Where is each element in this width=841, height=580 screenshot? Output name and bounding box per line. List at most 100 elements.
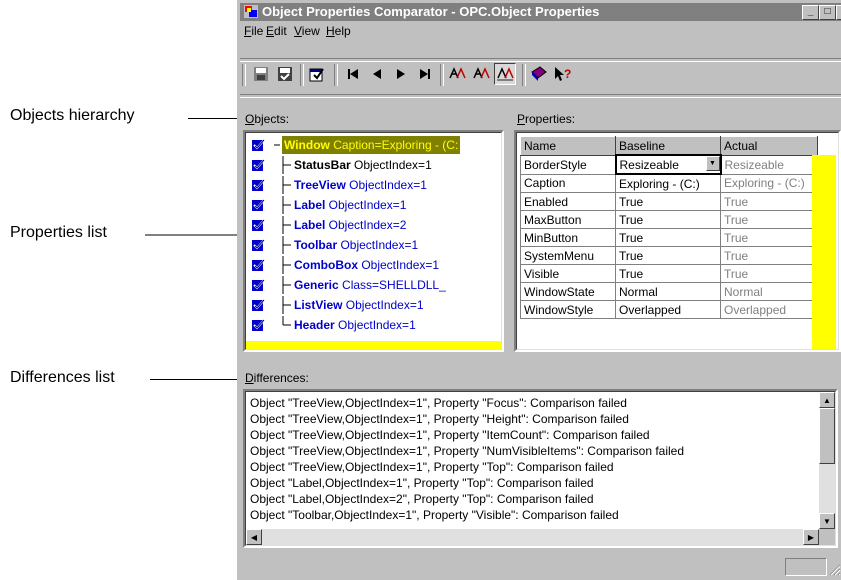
objects-tree[interactable]: Window Caption=Exploring - (C: StatusBar … [243, 130, 504, 352]
difference-item[interactable]: Object "Label,ObjectIndex=1", Property "… [250, 475, 594, 491]
previous-icon[interactable] [366, 63, 388, 85]
menu-file-label: ile [251, 24, 264, 38]
scroll-down-button[interactable]: ▼ [819, 513, 835, 529]
checkmark-icon[interactable] [252, 279, 266, 291]
scroll-left-button[interactable]: ◀ [246, 529, 262, 545]
column-header-actual[interactable]: Actual [720, 136, 818, 156]
dropdown-arrow-icon[interactable]: ▼ [705, 156, 720, 171]
tree-node-label: StatusBar ObjectIndex=1 [294, 156, 432, 174]
differences-vertical-scrollbar[interactable]: ▲ ▼ [819, 392, 835, 529]
column-header-name[interactable]: Name [520, 136, 616, 156]
difference-item[interactable]: Object "Toolbar,ObjectIndex=1", Property… [250, 507, 619, 523]
menu-help[interactable]: Help [326, 24, 351, 38]
difference-item[interactable]: Object "TreeView,ObjectIndex=1", Propert… [250, 395, 627, 411]
property-baseline-cell[interactable]: Exploring - (C:) [615, 173, 721, 193]
next-icon[interactable] [390, 63, 412, 85]
title-bar: Object Properties Comparator - OPC.Objec… [240, 3, 841, 21]
property-baseline-cell[interactable]: Normal [615, 282, 721, 301]
tree-branch-line [282, 176, 291, 194]
property-baseline-cell[interactable]: Overlapped [615, 300, 721, 319]
differences-list[interactable]: Object "TreeView,ObjectIndex=1", Propert… [243, 389, 838, 548]
checkmark-icon[interactable] [252, 139, 266, 151]
menu-bar: File Edit View Help [240, 22, 841, 40]
tree-branch-line [282, 216, 291, 234]
callout-differences-list: Differences list [10, 369, 115, 386]
difference-item[interactable]: Object "Label,ObjectIndex=2", Property "… [250, 491, 594, 507]
property-baseline-cell[interactable]: True [615, 264, 721, 283]
checkmark-icon[interactable] [252, 199, 266, 211]
property-actual-cell: Normal [720, 282, 818, 301]
difference-item[interactable]: Object "TreeView,ObjectIndex=1", Propert… [250, 443, 684, 459]
checkmark-icon[interactable] [252, 219, 266, 231]
tree-node-label: TreeView ObjectIndex=1 [294, 176, 427, 194]
properties-icon[interactable] [306, 63, 328, 85]
differences-label: Differences: [245, 371, 309, 385]
context-help-icon[interactable]: ? [552, 63, 574, 85]
property-name-cell: Visible [520, 264, 616, 283]
property-row[interactable]: WindowStyle Overlapped Overlapped [520, 300, 818, 319]
menu-view[interactable]: View [294, 24, 320, 38]
checkmark-icon[interactable] [252, 179, 266, 191]
checkmark-icon[interactable] [252, 299, 266, 311]
property-row[interactable]: Enabled True True [520, 192, 818, 211]
tree-node-name: ComboBox [294, 258, 358, 272]
property-row[interactable]: Visible True True [520, 264, 818, 283]
property-baseline-cell[interactable]: True [615, 246, 721, 265]
difference-item[interactable]: Object "TreeView,ObjectIndex=1", Propert… [250, 411, 629, 427]
property-name-cell: WindowStyle [520, 300, 616, 319]
properties-label-text: roperties: [525, 112, 576, 126]
maximize-button[interactable]: □ [819, 5, 836, 20]
tree-node-name: Window [284, 138, 330, 152]
menu-help-label: elp [334, 24, 351, 38]
svg-text:?: ? [564, 67, 571, 81]
property-row[interactable]: WindowState Normal Normal [520, 282, 818, 301]
checkmark-icon[interactable] [252, 259, 266, 271]
menu-edit[interactable]: Edit [266, 24, 287, 38]
minimize-button[interactable]: _ [802, 5, 819, 20]
compare-icon[interactable] [446, 63, 468, 85]
checkmark-icon[interactable] [252, 239, 266, 251]
checkmark-icon[interactable] [252, 159, 266, 171]
differences-label-accel: D [245, 371, 254, 385]
property-baseline-cell[interactable]: True [615, 228, 721, 247]
properties-grid[interactable]: Name Baseline Actual BorderStyle Resizeab… [514, 130, 841, 352]
close-button[interactable]: × [836, 5, 841, 20]
property-row[interactable]: Caption Exploring - (C:) Exploring - (C:) [520, 173, 818, 193]
property-name-cell: Enabled [520, 192, 616, 211]
difference-item[interactable]: Object "TreeView,ObjectIndex=1", Propert… [250, 459, 614, 475]
objects-label-text: bjects: [254, 112, 290, 126]
menu-view-label: iew [301, 24, 320, 38]
tree-node-name: Label [294, 218, 326, 232]
size-grip-icon[interactable] [829, 564, 841, 576]
property-baseline-cell[interactable]: True [615, 210, 721, 229]
property-row[interactable]: BorderStyle Resizeable ▼ Resizeable [520, 154, 818, 175]
first-icon[interactable] [342, 63, 364, 85]
scroll-right-button[interactable]: ▶ [803, 529, 819, 545]
property-actual-cell: True [720, 264, 818, 283]
tree-node-detail: ObjectIndex=1 [325, 198, 407, 212]
property-row[interactable]: SystemMenu True True [520, 246, 818, 265]
menu-file[interactable]: File [244, 24, 263, 38]
scroll-up-button[interactable]: ▲ [819, 392, 835, 408]
differences-horizontal-scrollbar[interactable]: ◀ ▶ [246, 529, 819, 545]
tree-node-detail: ObjectIndex=2 [325, 218, 407, 232]
column-header-baseline[interactable]: Baseline [615, 136, 721, 156]
property-row[interactable]: MaxButton True True [520, 210, 818, 229]
property-baseline-cell[interactable]: Resizeable ▼ [614, 154, 722, 175]
compare-all-icon[interactable] [494, 63, 516, 85]
checkmark-icon[interactable] [252, 319, 266, 331]
book-icon[interactable] [528, 63, 550, 85]
compare-selected-icon[interactable] [470, 63, 492, 85]
save-checked-icon[interactable] [274, 63, 296, 85]
property-baseline-cell[interactable]: True [615, 192, 721, 211]
toolbar-separator-bottom [240, 94, 841, 98]
vertical-scroll-thumb[interactable] [819, 408, 835, 464]
save-icon[interactable] [250, 63, 272, 85]
last-icon[interactable] [414, 63, 436, 85]
property-row[interactable]: MinButton True True [520, 228, 818, 247]
differences-list-inner: Object "TreeView,ObjectIndex=1", Propert… [245, 391, 836, 546]
difference-item[interactable]: Object "TreeView,ObjectIndex=1", Propert… [250, 427, 650, 443]
toolbar-separator [440, 64, 444, 86]
menu-edit-accel: E [266, 24, 275, 38]
tree-node-detail: ObjectIndex=1 [345, 178, 427, 192]
